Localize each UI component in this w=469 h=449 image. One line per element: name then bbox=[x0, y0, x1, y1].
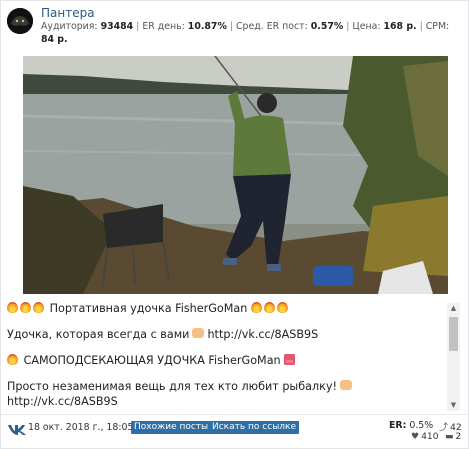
er-day-value: 10.87% bbox=[187, 21, 227, 32]
post-er: ER: 0.5% bbox=[389, 420, 433, 431]
price-value: 168 р. bbox=[383, 21, 417, 32]
post-paragraph-2: Удочка, которая всегда с вами http://vk.c… bbox=[7, 327, 439, 342]
channel-stats: Аудитория: 93484 | ER день: 10.87% | Сре… bbox=[41, 21, 450, 45]
cpm-label: CPM: bbox=[425, 21, 450, 32]
post-card: Пантера Аудитория: 93484 | ER день: 10.8… bbox=[0, 0, 469, 449]
pointing-hand-emoji bbox=[340, 380, 353, 390]
footer-divider bbox=[1, 414, 468, 415]
scroll-thumb[interactable] bbox=[449, 317, 458, 351]
gift-emoji bbox=[283, 354, 295, 365]
search-by-link-button[interactable]: Искать по ссылке bbox=[209, 421, 300, 434]
flame-emoji bbox=[250, 302, 262, 313]
er-day-label: ER день: bbox=[142, 21, 185, 32]
post-line-1: Портативная удочка FisherGoMan bbox=[49, 302, 248, 315]
scroll-down-arrow-icon[interactable]: ▼ bbox=[447, 400, 460, 411]
er-label: ER: bbox=[389, 420, 407, 431]
flame-emoji bbox=[276, 302, 288, 313]
flame-emoji bbox=[7, 354, 18, 365]
er-value: 0.5% bbox=[409, 420, 434, 431]
er-avg-label: Сред. ER пост: bbox=[236, 21, 308, 32]
audience-label: Аудитория: bbox=[41, 21, 98, 32]
comment-icon: ▬ bbox=[445, 432, 454, 442]
vk-logo-icon[interactable] bbox=[7, 421, 27, 435]
similar-posts-button[interactable]: Похожие посты bbox=[131, 421, 212, 434]
post-text: Портативная удочка FisherGoMan Удочка, к… bbox=[7, 301, 439, 411]
post-link-1[interactable]: http://vk.cc/8ASB9S bbox=[207, 328, 318, 341]
flame-emoji bbox=[33, 302, 44, 313]
cpm-value: 84 р. bbox=[41, 33, 68, 45]
heart-icon: ♥ bbox=[411, 432, 420, 442]
likes-value: 410 bbox=[421, 431, 439, 442]
flame-emoji bbox=[20, 302, 31, 313]
post-paragraph-3: САМОПОДСЕКАЮЩАЯ УДОЧКА FisherGoMan bbox=[7, 353, 439, 368]
post-paragraph-1: Портативная удочка FisherGoMan bbox=[7, 301, 439, 316]
audience-value: 93484 bbox=[100, 21, 134, 32]
text-scrollbar[interactable]: ▲ ▼ bbox=[447, 303, 460, 411]
comments-count: ▬ 2 bbox=[445, 431, 461, 442]
post-line-4: Просто незаменимая вещь для тех кто люби… bbox=[7, 380, 338, 393]
post-line-3: САМОПОДСЕКАЮЩАЯ УДОЧКА FisherGoMan bbox=[23, 354, 281, 367]
channel-avatar[interactable] bbox=[7, 8, 33, 34]
flame-emoji bbox=[263, 302, 275, 313]
post-paragraph-4: Просто незаменимая вещь для тех кто люби… bbox=[7, 379, 439, 409]
post-link-2[interactable]: http://vk.cc/8ASB9S bbox=[7, 395, 118, 408]
channel-name[interactable]: Пантера bbox=[41, 6, 95, 20]
comments-value: 2 bbox=[455, 431, 462, 442]
scroll-up-arrow-icon[interactable]: ▲ bbox=[447, 303, 460, 314]
post-image[interactable] bbox=[23, 56, 448, 294]
price-label: Цена: bbox=[352, 21, 381, 32]
likes-count: ♥ 410 bbox=[411, 431, 439, 442]
post-line-2: Удочка, которая всегда с вами bbox=[7, 328, 190, 341]
pointing-hand-emoji bbox=[192, 328, 205, 338]
flame-emoji bbox=[7, 302, 18, 313]
post-date[interactable]: 18 окт. 2018 г., 18:05 bbox=[28, 422, 133, 433]
er-avg-value: 0.57% bbox=[310, 21, 344, 32]
